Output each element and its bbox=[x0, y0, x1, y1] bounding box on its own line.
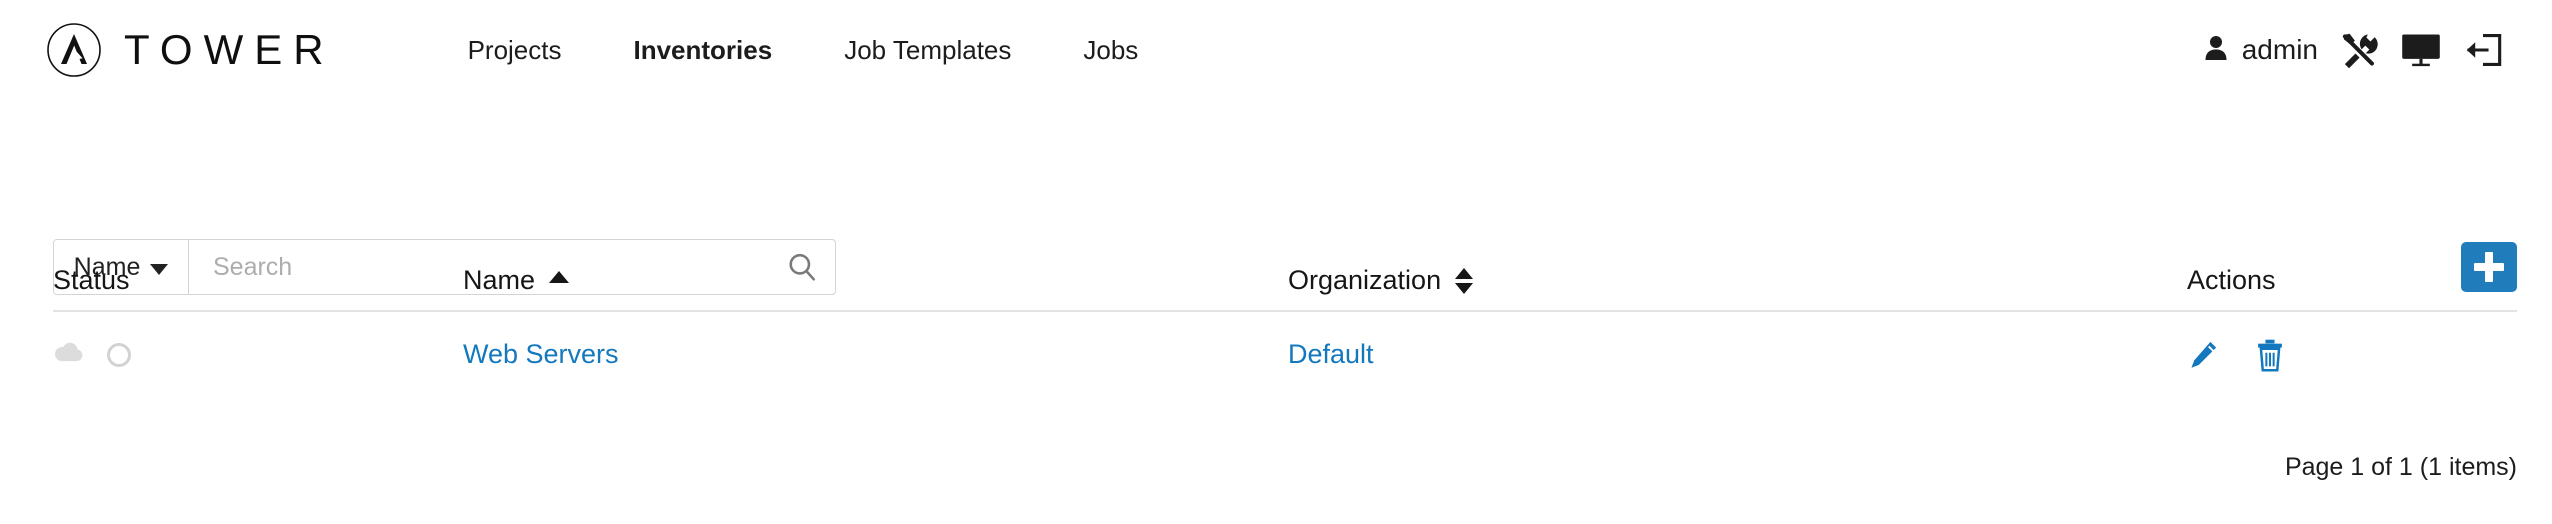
top-navigation-bar: TOWER Projects Inventories Job Templates… bbox=[0, 0, 2552, 99]
status-icon-group bbox=[53, 341, 131, 368]
pagination-label: Page 1 of 1 (1 items) bbox=[2284, 453, 2517, 481]
edit-pencil-icon[interactable] bbox=[2187, 339, 2219, 371]
table-row: Web Servers Default bbox=[53, 312, 2517, 397]
column-header-actions-label: Actions bbox=[2187, 265, 2276, 295]
column-header-status-label: Status bbox=[53, 265, 130, 295]
list-toolbar: Name bbox=[0, 99, 2552, 295]
cloud-icon bbox=[53, 341, 85, 368]
table-header-row: Status Name Organization Actions bbox=[53, 250, 2517, 312]
user-navigation: admin bbox=[2204, 25, 2514, 75]
cell-organization: Default bbox=[1288, 341, 2187, 368]
cell-actions bbox=[2187, 338, 2517, 372]
column-header-name-label: Name bbox=[463, 265, 536, 295]
column-header-actions: Actions bbox=[2187, 267, 2517, 310]
column-header-organization-label: Organization bbox=[1288, 265, 1442, 295]
current-user[interactable]: admin bbox=[2204, 34, 2328, 66]
organization-link[interactable]: Default bbox=[1288, 341, 1374, 368]
monitor-icon[interactable] bbox=[2390, 25, 2452, 75]
nav-item-jobs[interactable]: Jobs bbox=[1047, 37, 1174, 63]
sort-ascending-icon bbox=[549, 271, 570, 283]
user-icon bbox=[2204, 34, 2228, 66]
nav-item-job-templates[interactable]: Job Templates bbox=[808, 37, 1047, 63]
column-header-status: Status bbox=[53, 267, 463, 310]
ansible-circle-logo-icon bbox=[46, 22, 102, 78]
sort-unsorted-icon bbox=[1455, 267, 1474, 294]
inventories-table: Status Name Organization Actions Web Ser… bbox=[53, 250, 2517, 397]
main-nav: Projects Inventories Job Templates Jobs bbox=[432, 37, 1175, 63]
logout-icon[interactable] bbox=[2452, 25, 2514, 75]
row-actions bbox=[2187, 338, 2285, 372]
nav-item-projects[interactable]: Projects bbox=[432, 37, 598, 63]
inventory-name-link[interactable]: Web Servers bbox=[463, 341, 619, 368]
brand-logo[interactable]: TOWER bbox=[46, 22, 335, 78]
brand-name: TOWER bbox=[124, 25, 335, 73]
cell-status bbox=[53, 341, 463, 368]
tools-icon[interactable] bbox=[2328, 25, 2390, 75]
status-circle-icon bbox=[107, 342, 131, 367]
cell-name: Web Servers bbox=[463, 341, 1288, 368]
nav-item-inventories[interactable]: Inventories bbox=[597, 37, 808, 63]
column-header-name[interactable]: Name bbox=[463, 267, 1288, 310]
delete-trash-icon[interactable] bbox=[2255, 338, 2285, 372]
username-label: admin bbox=[2241, 33, 2318, 65]
column-header-organization[interactable]: Organization bbox=[1288, 267, 2187, 310]
